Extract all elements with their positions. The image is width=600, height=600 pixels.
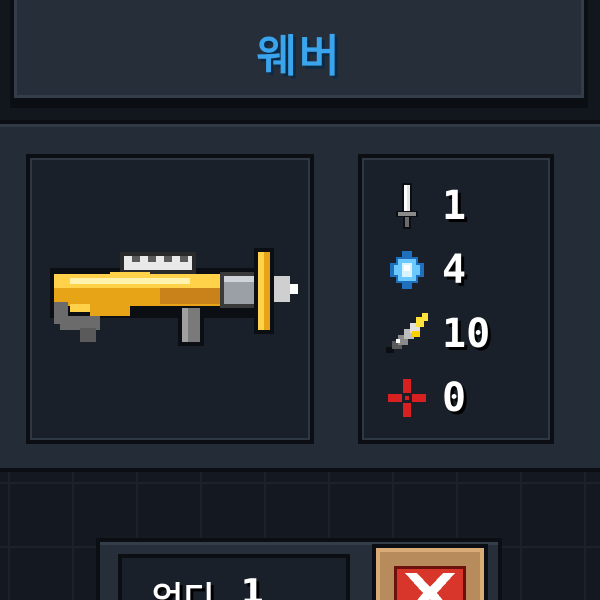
rifle-icon xyxy=(50,248,298,346)
weapon-stats-box: 1 4 10 0 xyxy=(358,154,554,444)
title-bar: 웨버 xyxy=(10,0,588,102)
feather-icon xyxy=(386,313,428,353)
stat-value-attack: 1 xyxy=(442,183,467,229)
crosshair-icon xyxy=(388,379,426,417)
crystal-icon xyxy=(390,251,424,289)
sword-icon xyxy=(396,183,418,229)
close-button-face xyxy=(394,566,466,600)
close-x-icon xyxy=(405,573,455,600)
quantity-label: 얻디 xyxy=(152,580,215,600)
quantity-display: 얻디 1 xyxy=(118,554,350,600)
stat-row-accuracy: 0 xyxy=(382,370,552,426)
weapon-preview-box xyxy=(26,154,314,444)
stat-row-energy: 4 xyxy=(382,242,552,298)
weapon-name-title: 웨버 xyxy=(256,31,342,82)
stat-value-fire-rate: 10 xyxy=(442,311,491,357)
stat-value-energy: 4 xyxy=(442,247,467,293)
stat-row-fire-rate: 10 xyxy=(382,306,552,362)
stat-row-attack: 1 xyxy=(382,178,552,234)
quantity-value: 1 xyxy=(240,572,265,600)
stat-value-accuracy: 0 xyxy=(442,375,467,421)
close-button[interactable] xyxy=(372,544,488,600)
